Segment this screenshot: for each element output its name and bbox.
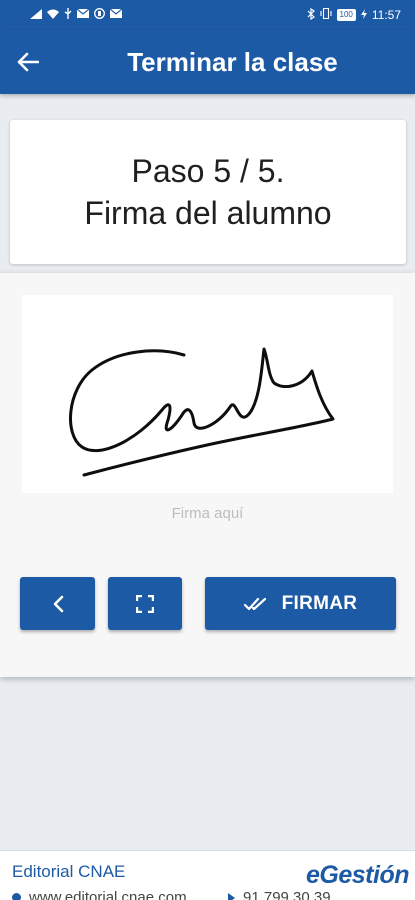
sign-button[interactable]: FIRMAR [205, 577, 396, 630]
fullscreen-button[interactable] [108, 577, 182, 630]
chevron-left-icon [53, 595, 63, 612]
signature-pad[interactable] [22, 295, 393, 493]
wifi-icon [47, 9, 59, 22]
status-left-icons [30, 8, 123, 22]
status-time: 11:57 [371, 8, 401, 22]
status-right-icons: 100 11:57 [307, 7, 401, 23]
footer-phone-text: 91 799 30 39 [243, 889, 331, 900]
app-bar: Terminar la clase [0, 30, 415, 94]
sign-button-label: FIRMAR [281, 592, 358, 614]
signature-hint: Firma aquí [171, 505, 244, 522]
fullscreen-icon [136, 594, 154, 613]
bluetooth-icon [307, 7, 315, 23]
page-title: Terminar la clase [127, 46, 338, 77]
mail-icon [109, 8, 123, 21]
signature-drawing [69, 347, 335, 477]
footer: Editorial CNAE eGestión www.editorial.cn… [0, 850, 415, 900]
signal-icon [30, 8, 42, 22]
step-card: Paso 5 / 5. Firma del alumno [10, 120, 406, 264]
usb-icon [64, 8, 72, 22]
step-title: Firma del alumno [84, 195, 332, 231]
vibrate-icon [319, 7, 332, 22]
footer-website-text: www.editorial.cnae.com [29, 889, 187, 900]
signature-card: Firma aquí FIRMAR [0, 273, 415, 677]
globe-icon [12, 893, 21, 900]
footer-company: Editorial CNAE [12, 862, 126, 881]
battery-indicator: 100 [336, 9, 356, 21]
mail-icon [76, 8, 90, 21]
double-check-icon [243, 597, 266, 610]
step-indicator: Paso 5 / 5. [131, 153, 285, 189]
phone-icon [228, 892, 235, 900]
charging-icon [360, 8, 367, 22]
status-bar: 100 11:57 [0, 0, 415, 30]
shield-icon [94, 8, 105, 22]
footer-website[interactable]: www.editorial.cnae.com [12, 889, 187, 900]
previous-step-button[interactable] [20, 577, 95, 630]
footer-phone[interactable]: 91 799 30 39 [228, 889, 331, 900]
footer-brand-logo: eGestión [306, 861, 409, 889]
